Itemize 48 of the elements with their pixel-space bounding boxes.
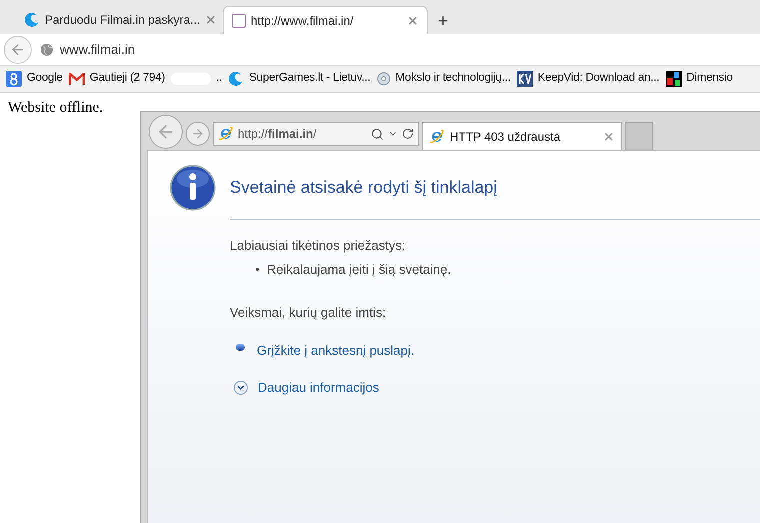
back-button[interactable] [149, 115, 183, 149]
offline-message: Website offline. [8, 99, 104, 118]
error-heading: Svetainė atsisakė rodyti šį tinklalapį [230, 177, 498, 200]
close-icon[interactable] [407, 14, 419, 26]
refresh-icon[interactable] [402, 128, 414, 140]
bookmark-link[interactable]: Mokslo ir technologijų... [396, 70, 511, 88]
forward-button[interactable] [186, 122, 210, 146]
tab-title: HTTP 403 uždrausta [450, 128, 562, 146]
forward-arrow-icon [191, 127, 205, 141]
blocks-icon [666, 71, 682, 87]
disc-icon [376, 72, 391, 86]
reason-text: Reikalaujama įeiti į šią svetainę. [267, 260, 452, 279]
search-icon[interactable] [371, 128, 384, 140]
actions-label: Veiksmai, kurių galite imtis: [230, 304, 388, 322]
bullet-icon [236, 344, 245, 351]
info-icon [170, 165, 216, 211]
globe-icon [40, 42, 54, 56]
bookmark-link[interactable]: KeepVid: Download an... [538, 70, 660, 88]
address-text: http://filmai.in/ [238, 126, 318, 143]
video-icon [516, 71, 533, 87]
browser-tab[interactable]: http://www.filmai.in/ [223, 6, 428, 34]
action-link[interactable]: Daugiau informacijos [258, 378, 380, 398]
new-tab-button[interactable]: + [430, 8, 457, 34]
crescent-icon [24, 12, 40, 28]
address-field[interactable]: http://filmai.in/ [213, 122, 419, 146]
mail-icon [68, 73, 85, 85]
address-text: www.filmai.in [60, 40, 136, 59]
browser-logo-icon [429, 128, 445, 144]
crescent-icon [228, 71, 244, 87]
bookmark-link[interactable]: Gautieji (2 794) [90, 70, 166, 88]
reasons-label: Labiausiai tikėtinos priežastys: [230, 237, 407, 255]
close-icon[interactable] [205, 14, 218, 26]
action-link[interactable]: Grįžkite į ankstesnį puslapį. [257, 340, 415, 360]
bullet-icon [256, 268, 259, 271]
back-button[interactable] [4, 36, 32, 64]
bookmark-link[interactable]: Dimensio [686, 70, 733, 88]
address-field[interactable]: www.filmai.in [36, 38, 756, 62]
page-icon [232, 14, 246, 28]
browser-tab[interactable]: HTTP 403 uždrausta [422, 122, 622, 150]
bookmark-link[interactable]: SuperGames.lt - Lietuv... [249, 70, 371, 88]
tab-title: Parduodu Filmai.in paskyra... [45, 12, 200, 29]
google-icon [6, 71, 22, 87]
bookmark-link[interactable]: .. [216, 70, 222, 88]
expand-icon[interactable] [234, 380, 248, 395]
bookmark-link[interactable]: Google [27, 70, 63, 88]
browser-logo-icon [218, 126, 234, 142]
close-icon[interactable] [603, 130, 615, 142]
tab-title: http://www.filmai.in/ [251, 12, 355, 30]
